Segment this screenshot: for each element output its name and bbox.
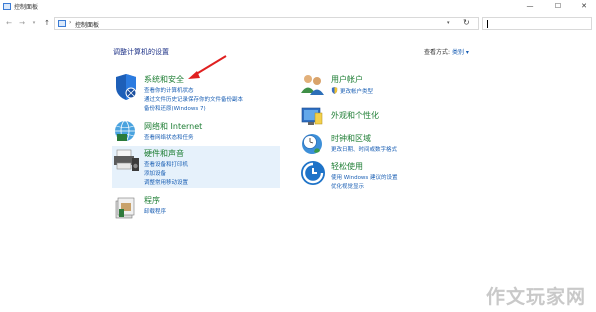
watermark: 作文玩家网 xyxy=(486,286,587,308)
annotation-arrow xyxy=(188,55,227,79)
